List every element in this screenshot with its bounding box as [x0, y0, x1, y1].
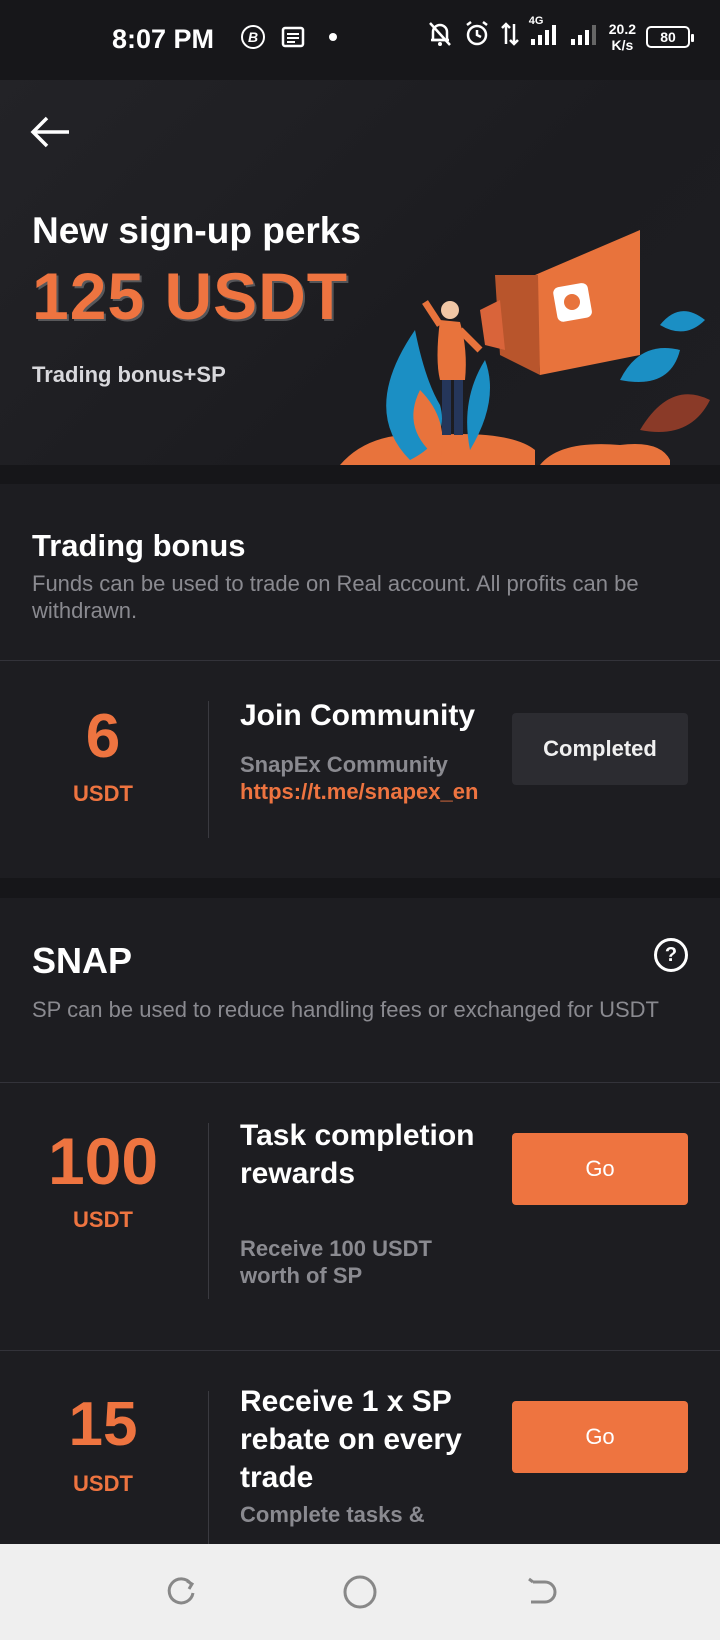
alarm-icon [463, 20, 491, 53]
snap-card: SNAP ? SP can be used to reduce handling… [0, 898, 720, 1544]
task-divider [208, 701, 209, 838]
back-nav-button[interactable] [518, 1570, 562, 1614]
status-icons-right: 4G 20.2 K/s 80 [427, 15, 694, 53]
task-row-task-completion: 100 USDT Task completion rewards Receive… [0, 1083, 720, 1349]
recent-apps-button[interactable] [158, 1570, 202, 1614]
bell-off-icon [427, 20, 453, 53]
task-unit: USDT [73, 781, 133, 806]
home-button[interactable] [338, 1570, 382, 1614]
b-circle-icon: B [240, 24, 266, 55]
snap-description: SP can be used to reduce handling fees o… [32, 997, 659, 1022]
hero-illustration [340, 230, 710, 465]
arrow-left-icon [30, 116, 69, 148]
trading-bonus-card: Trading bonus Funds can be used to trade… [0, 484, 720, 878]
trading-bonus-description: Funds can be used to trade on Real accou… [32, 571, 639, 623]
trading-bonus-title: Trading bonus [32, 528, 246, 563]
network-type: 4G [528, 15, 544, 27]
network-speed-unit: K/s [611, 36, 634, 53]
battery-level: 80 [660, 28, 676, 45]
recent-apps-icon [167, 1577, 195, 1605]
community-link[interactable]: https://t.me/snapex_en [240, 778, 480, 805]
task-description: SnapEx Community [240, 752, 448, 777]
back-icon [528, 1577, 557, 1604]
task-unit: USDT [73, 1207, 133, 1232]
completed-button[interactable]: Completed [512, 713, 688, 785]
dot-icon [320, 24, 346, 55]
svg-text:B: B [248, 29, 258, 45]
home-icon [343, 1575, 377, 1609]
back-button[interactable] [24, 106, 76, 158]
status-time: 8:07 PM [112, 24, 215, 54]
status-icons-left: B [240, 24, 346, 55]
task-title: Receive 1 x SP rebate on every trade [240, 1385, 462, 1494]
task-title: Task completion rewards [240, 1119, 475, 1190]
go-button[interactable]: Go [512, 1133, 688, 1205]
task-title: Join Community [240, 699, 476, 732]
news-icon [280, 24, 306, 55]
task-divider [208, 1123, 209, 1299]
task-row-join-community: 6 USDT Join Community SnapEx Community h… [0, 661, 720, 878]
network-speed: 20.2 K/s [609, 21, 636, 53]
network-speed-value: 20.2 [608, 20, 636, 37]
task-amount: 15 [68, 1390, 138, 1459]
go-button[interactable]: Go [512, 1401, 688, 1473]
status-bar: 8:07 PM B 4G 20.2 K/s 80 [0, 0, 720, 80]
task-divider [208, 1391, 209, 1544]
perks-amount: 125 USDT [32, 259, 349, 333]
data-arrows-icon [500, 20, 519, 53]
task-row-sp-rebate: 15 USDT Receive 1 x SP rebate on every t… [0, 1351, 720, 1544]
task-description: Receive 100 USDT worth of SP [240, 1236, 432, 1288]
page-title: New sign-up perks [32, 210, 361, 251]
task-unit: USDT [73, 1471, 133, 1496]
system-nav-bar [0, 1544, 720, 1640]
task-description: Complete tasks & [240, 1502, 425, 1527]
perks-subtitle: Trading bonus+SP [32, 362, 226, 387]
battery-icon: 80 [646, 25, 694, 48]
question-circle-icon[interactable]: ? [654, 938, 688, 972]
signal-icon: 4G [529, 15, 559, 52]
signal-icon-2 [569, 21, 599, 52]
hero-banner: New sign-up perks 125 USDT Trading bonus… [0, 80, 720, 465]
snap-title: SNAP [32, 940, 133, 981]
task-amount: 100 [47, 1124, 159, 1198]
task-amount: 6 [85, 702, 121, 771]
